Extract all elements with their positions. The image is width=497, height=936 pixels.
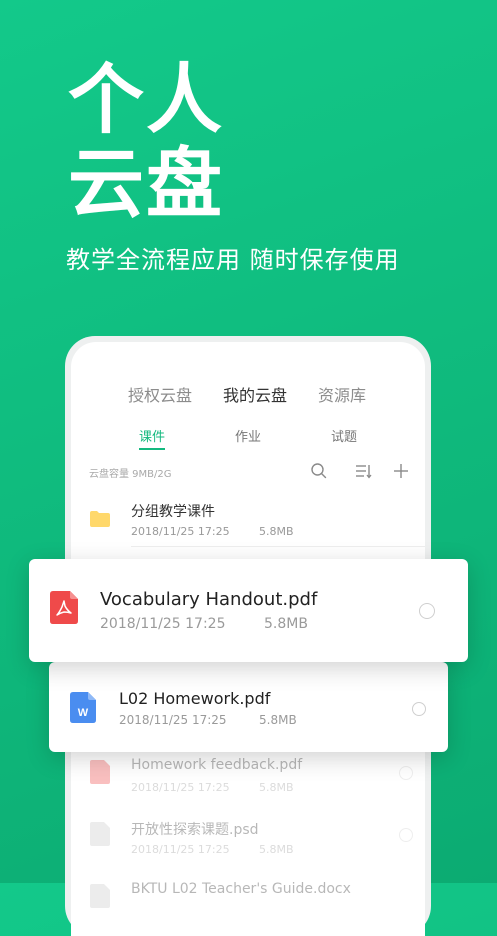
tab-bar: 授权云盘 我的云盘 资源库	[71, 382, 425, 406]
file-card-vocabulary[interactable]: Vocabulary Handout.pdf 2018/11/25 17:25 …	[29, 559, 468, 662]
file-name: BKTU L02 Teacher's Guide.docx	[131, 881, 351, 897]
file-date: 2018/11/25 17:25	[100, 616, 226, 632]
file-date: 2018/11/25 17:25	[131, 843, 230, 856]
add-icon[interactable]	[391, 461, 411, 481]
file-row-folder[interactable]: 分组教学课件 2018/11/25 17:25 5.8MB	[71, 496, 425, 552]
pdf-icon	[50, 591, 78, 624]
file-size: 5.8MB	[259, 781, 294, 794]
subtab-questions[interactable]: 试题	[331, 426, 357, 445]
folder-icon	[90, 511, 110, 527]
file-name: L02 Homework.pdf	[119, 689, 271, 708]
file-card-homework[interactable]: W L02 Homework.pdf 2018/11/25 17:25 5.8M…	[49, 662, 448, 752]
psd-icon	[90, 822, 110, 846]
subtab-bar: 课件 作业 试题	[71, 426, 425, 452]
doc-icon	[90, 884, 110, 908]
file-size: 5.8MB	[259, 843, 294, 856]
tab-authorized-drive[interactable]: 授权云盘	[128, 382, 192, 406]
hero-title-line1: 个人	[68, 55, 224, 144]
capacity-text: 云盘容量 9MB/2G	[89, 469, 172, 480]
file-date: 2018/11/25 17:25	[131, 525, 230, 538]
select-radio[interactable]	[419, 603, 435, 619]
file-name: Homework feedback.pdf	[131, 757, 303, 773]
file-date: 2018/11/25 17:25	[119, 713, 227, 727]
file-date: 2018/11/25 17:25	[131, 781, 230, 794]
row-divider	[131, 546, 425, 547]
file-name: 开放性探索课题.psd	[131, 822, 259, 838]
select-radio[interactable]	[399, 828, 413, 842]
subtab-courseware[interactable]: 课件	[139, 426, 165, 445]
tab-my-drive[interactable]: 我的云盘	[223, 382, 287, 406]
capacity-bar: 云盘容量 9MB/2G	[71, 458, 425, 488]
hero-title: 个人 云盘	[68, 58, 224, 226]
pdf-icon	[90, 760, 110, 784]
file-size: 5.8MB	[259, 525, 294, 538]
select-radio[interactable]	[399, 766, 413, 780]
file-row-psd[interactable]: 开放性探索课题.psd 2018/11/25 17:25 5.8MB	[71, 814, 425, 870]
search-icon[interactable]	[309, 461, 329, 481]
file-row-homework-feedback[interactable]: Homework feedback.pdf 2018/11/25 17:25 5…	[71, 752, 425, 808]
select-radio[interactable]	[412, 702, 426, 716]
tab-resource-library[interactable]: 资源库	[318, 382, 366, 406]
file-name: 分组教学课件	[131, 504, 215, 520]
file-size: 5.8MB	[259, 713, 297, 727]
subtab-active-indicator	[139, 448, 165, 450]
file-name: Vocabulary Handout.pdf	[100, 589, 318, 610]
word-icon: W	[70, 692, 96, 723]
hero-title-line2: 云盘	[68, 139, 224, 228]
subtab-homework[interactable]: 作业	[235, 426, 261, 445]
file-row-teacher-guide[interactable]: BKTU L02 Teacher's Guide.docx	[71, 876, 425, 932]
file-size: 5.8MB	[264, 616, 308, 632]
hero-subtitle: 教学全流程应用 随时保存使用	[66, 246, 400, 274]
svg-text:W: W	[78, 707, 89, 719]
sort-icon[interactable]	[353, 461, 373, 481]
